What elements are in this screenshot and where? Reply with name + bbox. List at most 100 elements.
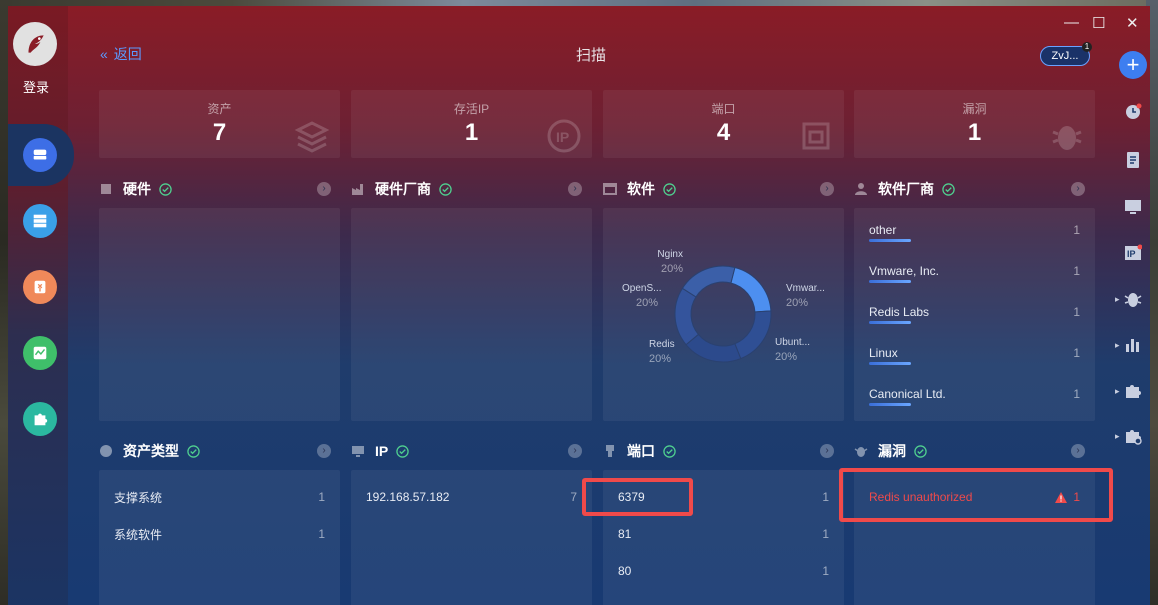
puzzle-icon[interactable]: [1124, 382, 1142, 400]
check-circle-icon: [663, 444, 676, 458]
chevron-right-icon[interactable]: ▸: [1115, 386, 1120, 397]
rail-vuln-button[interactable]: [23, 270, 57, 304]
asset-type-panel: 支撑系统 1 系统软件 1: [99, 470, 340, 605]
slice-name: Ubunt...: [775, 337, 811, 348]
document-icon[interactable]: [1124, 151, 1142, 169]
ip-icon: IP: [547, 119, 581, 153]
minimize-button[interactable]: —: [1064, 14, 1079, 31]
page-title: 扫描: [575, 47, 606, 64]
rail-scan-button[interactable]: [23, 138, 57, 172]
ip-address: 192.168.57.182: [366, 490, 450, 504]
list-item[interactable]: 192.168.57.182 7: [366, 488, 577, 506]
stat-card-live-ip[interactable]: 存活IP 1 IP: [351, 90, 592, 158]
chevron-right-icon[interactable]: ›: [317, 444, 331, 458]
list-item[interactable]: Redis Labs 1: [869, 303, 1080, 324]
check-circle-icon: [439, 182, 452, 196]
section-title: 资产类型: [123, 443, 179, 459]
software-vendor-panel: other 1 Vmware, Inc. 1 Redis Labs 1 Linu…: [854, 208, 1095, 421]
check-circle-icon: [159, 182, 172, 196]
list-item[interactable]: Linux 1: [869, 344, 1080, 365]
donut-slice-0[interactable]: [730, 266, 772, 313]
section-header-software-vendor: 软件厂商: [854, 179, 955, 199]
chevron-right-icon[interactable]: ›: [317, 182, 331, 196]
slice-name: Nginx: [657, 249, 683, 260]
factory-icon: [352, 184, 363, 195]
chevron-right-icon[interactable]: ›: [1071, 182, 1085, 196]
slice-name: OpenS...: [622, 283, 662, 294]
chevron-right-icon[interactable]: ›: [1071, 444, 1085, 458]
vendor-name: other: [869, 223, 897, 237]
vendor-name: Redis Labs: [869, 305, 930, 319]
section-title: 端口: [627, 443, 655, 459]
software-panel: Nginx 20% Vmwar... 20% Ubunt... 20% Redi…: [603, 208, 844, 421]
donut-slice-4[interactable]: [681, 265, 736, 298]
chevron-right-icon[interactable]: ›: [568, 182, 582, 196]
ip-panel: 192.168.57.182 7: [351, 470, 592, 605]
section-title: 软件厂商: [878, 181, 934, 197]
maximize-button[interactable]: ☐: [1092, 14, 1105, 32]
vendor-count: 1: [1073, 387, 1080, 401]
chevron-right-icon[interactable]: ›: [820, 182, 834, 196]
item-name: 支撑系统: [114, 490, 163, 505]
chevron-right-icon[interactable]: ▸: [1115, 340, 1120, 351]
port-count: 1: [822, 564, 829, 578]
stat-card-assets[interactable]: 资产 7: [99, 90, 340, 158]
bug-icon: [34, 280, 46, 294]
app-window: 登录 — ☐ ✕ « 返回 扫描 ZvJ... 1 资产 7 存活IP 1 IP…: [8, 6, 1150, 605]
vendor-bar: [869, 321, 911, 324]
list-item[interactable]: Vmware, Inc. 1: [869, 262, 1080, 283]
bug-icon[interactable]: [1124, 290, 1142, 308]
list-item[interactable]: 支撑系统 1: [114, 488, 325, 506]
list-item[interactable]: Canonical Ltd. 1: [869, 385, 1080, 406]
stat-card-ports[interactable]: 端口 4: [603, 90, 844, 158]
donut-label-redis: Redis 20%: [649, 338, 675, 366]
clock-icon[interactable]: [1124, 103, 1142, 121]
ip-icon[interactable]: IP: [1124, 244, 1142, 262]
vendor-bar: [869, 280, 911, 283]
section-header-port: 端口: [603, 441, 676, 461]
vendor-count: 1: [1073, 264, 1080, 278]
list-item[interactable]: 81 1: [618, 525, 829, 543]
bar-chart-icon[interactable]: [1124, 336, 1142, 354]
list-item[interactable]: 系统软件 1: [114, 525, 325, 543]
add-button[interactable]: +: [1119, 51, 1147, 79]
check-circle-icon: [942, 182, 955, 196]
vendor-bar: [869, 362, 911, 365]
donut-slice-1[interactable]: [734, 310, 772, 360]
list-item[interactable]: 80 1: [618, 562, 829, 580]
section-header-software: 软件: [603, 179, 676, 199]
rail-plugins-button[interactable]: [23, 402, 57, 436]
vendor-name: Linux: [869, 346, 898, 360]
donut-label-opens: OpenS... 20%: [622, 282, 661, 310]
donut-slice-2[interactable]: [685, 333, 742, 363]
slice-percent: 20%: [649, 353, 672, 365]
stat-card-vulns[interactable]: 漏洞 1: [854, 90, 1095, 158]
list-item[interactable]: other 1: [869, 221, 1080, 242]
chevron-right-icon[interactable]: ›: [820, 444, 834, 458]
app-logo[interactable]: [13, 22, 57, 66]
chevron-right-icon[interactable]: ▸: [1115, 294, 1120, 305]
annotation-highlight-port: [582, 478, 693, 516]
rail-monitor-button[interactable]: [23, 336, 57, 370]
slice-percent: 20%: [660, 263, 683, 275]
slice-percent: 20%: [636, 297, 659, 309]
plug-icon: [606, 445, 614, 457]
stat-label: 存活IP: [453, 102, 490, 116]
software-donut-chart[interactable]: [603, 208, 844, 421]
port-count: 1: [822, 490, 829, 504]
monitor-icon[interactable]: [1124, 198, 1142, 216]
section-title: IP: [375, 443, 389, 459]
svg-text:IP: IP: [1127, 249, 1136, 259]
chevron-right-icon[interactable]: ›: [568, 444, 582, 458]
section-title: 漏洞: [878, 443, 906, 459]
chevron-right-icon[interactable]: ▸: [1115, 431, 1120, 442]
rail-assets-button[interactable]: [23, 204, 57, 238]
server-icon: [33, 214, 47, 228]
chart-icon: [33, 346, 47, 360]
user-icon: [855, 183, 867, 195]
puzzle-icon: [34, 413, 48, 426]
plugin-settings-icon[interactable]: [1124, 427, 1142, 445]
login-link[interactable]: 登录: [8, 77, 64, 96]
vendor-count: 1: [1073, 346, 1080, 360]
vendor-count: 1: [1073, 223, 1080, 237]
